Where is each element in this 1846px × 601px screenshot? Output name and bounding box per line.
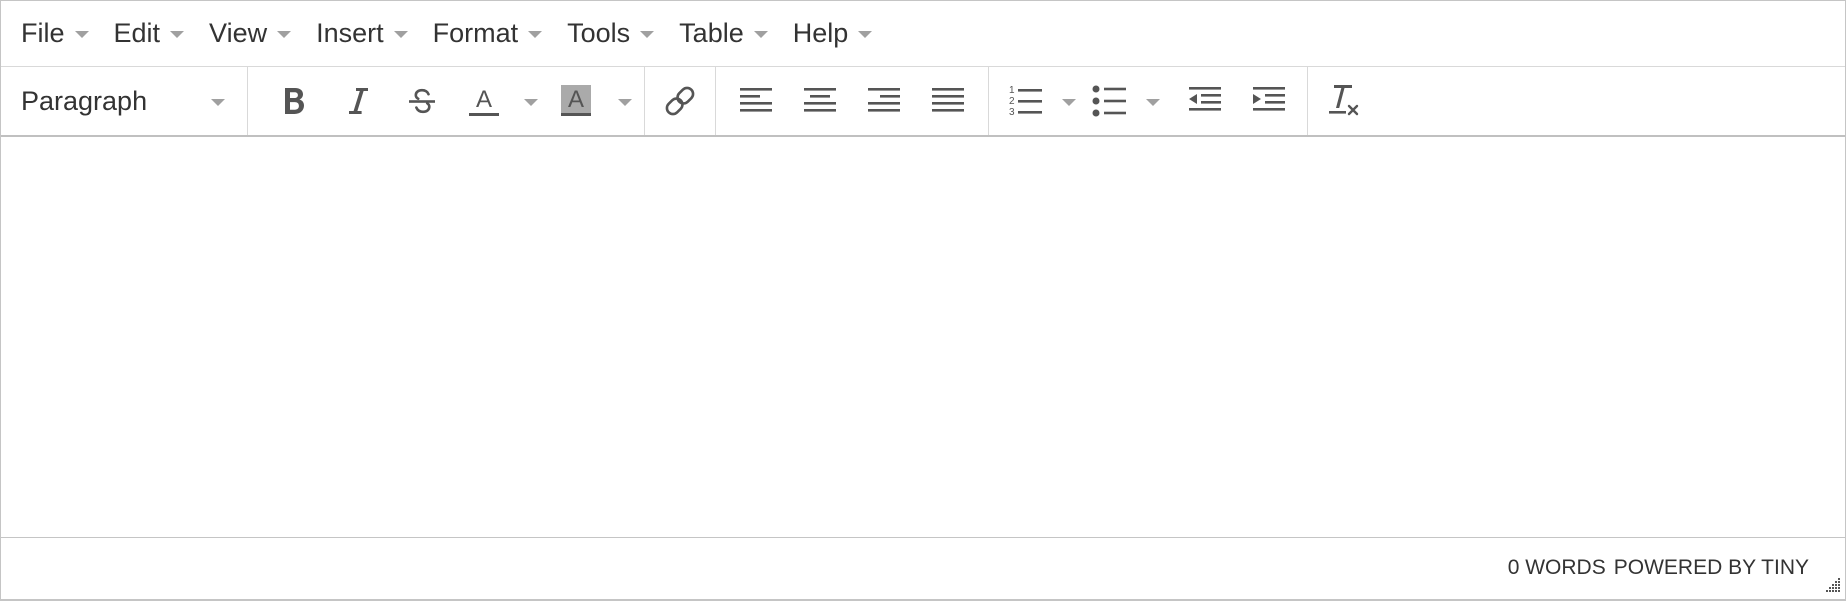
chevron-down-icon [277, 31, 292, 38]
svg-text:2: 2 [1009, 96, 1015, 107]
background-color-letter: A [568, 86, 584, 113]
toolbar: Paragraph A A 1 2 3 [1, 67, 1845, 137]
indent-button[interactable] [1237, 67, 1301, 135]
numbered-list-button[interactable]: 1 2 3 [1005, 67, 1045, 135]
align-center-icon [804, 88, 836, 112]
toolbar-group-link [645, 67, 716, 135]
background-color-icon: A [561, 85, 591, 116]
toolbar-group-align [716, 67, 989, 135]
chevron-down-icon [211, 98, 225, 106]
italic-icon [349, 88, 368, 114]
align-left-icon [740, 88, 772, 112]
menu-tools[interactable]: Tools [555, 1, 667, 66]
toolbar-group-clear [1308, 67, 1378, 135]
editor-content-area[interactable] [1, 137, 1845, 538]
chevron-down-icon [640, 31, 655, 38]
svg-text:1: 1 [1009, 85, 1015, 96]
strikethrough-button[interactable] [390, 67, 454, 135]
menu-format[interactable]: Format [421, 1, 556, 66]
menu-table-label: Table [679, 18, 744, 48]
toolbar-group-lists: 1 2 3 [989, 67, 1308, 135]
background-color-button[interactable]: A [544, 67, 608, 135]
bullet-list-dropdown[interactable] [1129, 67, 1173, 135]
bold-button[interactable] [262, 67, 326, 135]
align-center-button[interactable] [788, 67, 852, 135]
chevron-down-icon [74, 31, 89, 38]
chevron-down-icon [858, 31, 873, 38]
chevron-down-icon [1146, 98, 1160, 106]
block-format-value: Paragraph [21, 85, 148, 116]
chevron-down-icon [753, 31, 768, 38]
chevron-down-icon [524, 98, 538, 106]
align-justify-button[interactable] [916, 67, 980, 135]
block-format-select[interactable]: Paragraph [1, 67, 247, 135]
chevron-down-icon [170, 31, 185, 38]
strikethrough-icon [409, 88, 435, 114]
menu-help[interactable]: Help [781, 1, 886, 66]
clear-formatting-icon [1329, 85, 1359, 116]
bullet-list-icon [1092, 85, 1126, 117]
toolbar-group-block: Paragraph [1, 67, 248, 135]
link-button[interactable] [653, 67, 707, 135]
menu-help-label: Help [792, 18, 849, 48]
bold-icon [285, 88, 304, 114]
menu-edit[interactable]: Edit [102, 1, 198, 66]
svg-text:3: 3 [1009, 107, 1015, 118]
outdent-button[interactable] [1173, 67, 1237, 135]
text-color-dropdown[interactable] [514, 67, 544, 135]
numbered-list-dropdown[interactable] [1045, 67, 1089, 135]
align-left-button[interactable] [724, 67, 788, 135]
align-justify-icon [932, 88, 964, 112]
bullet-list-button[interactable] [1089, 67, 1129, 135]
text-color-icon: A [469, 86, 499, 116]
menubar: File Edit View Insert Format Tools Table [1, 1, 1845, 67]
link-icon [665, 86, 695, 116]
indent-icon [1253, 87, 1285, 111]
word-count[interactable]: 0 WORDS [1508, 556, 1606, 580]
statusbar: 0 WORDS POWERED BY TINY [1, 538, 1845, 597]
chevron-down-icon [618, 98, 632, 106]
menu-edit-label: Edit [113, 18, 161, 48]
chevron-down-icon [1062, 98, 1076, 106]
menu-view[interactable]: View [197, 1, 304, 66]
menu-insert-label: Insert [316, 18, 384, 48]
numbered-list-icon: 1 2 3 [1009, 85, 1042, 118]
menu-insert[interactable]: Insert [304, 1, 421, 66]
menu-table[interactable]: Table [667, 1, 781, 66]
align-right-icon [868, 88, 900, 112]
outdent-icon [1189, 87, 1221, 111]
clear-formatting-button[interactable] [1316, 67, 1370, 135]
menu-tools-label: Tools [567, 18, 631, 48]
toolbar-group-text: A A [248, 67, 645, 135]
background-color-dropdown[interactable] [608, 67, 638, 135]
chevron-down-icon [393, 31, 408, 38]
text-color-letter: A [476, 86, 492, 113]
powered-by-link[interactable]: POWERED BY TINY [1614, 556, 1809, 580]
menu-format-label: Format [432, 18, 519, 48]
menu-file-label: File [21, 18, 65, 48]
menu-view-label: View [209, 18, 268, 48]
text-color-button[interactable]: A [454, 67, 514, 135]
menu-file[interactable]: File [9, 1, 102, 66]
rich-text-editor: File Edit View Insert Format Tools Table [0, 0, 1846, 601]
align-right-button[interactable] [852, 67, 916, 135]
chevron-down-icon [528, 31, 543, 38]
resize-handle-icon[interactable] [1823, 575, 1841, 593]
italic-button[interactable] [326, 67, 390, 135]
